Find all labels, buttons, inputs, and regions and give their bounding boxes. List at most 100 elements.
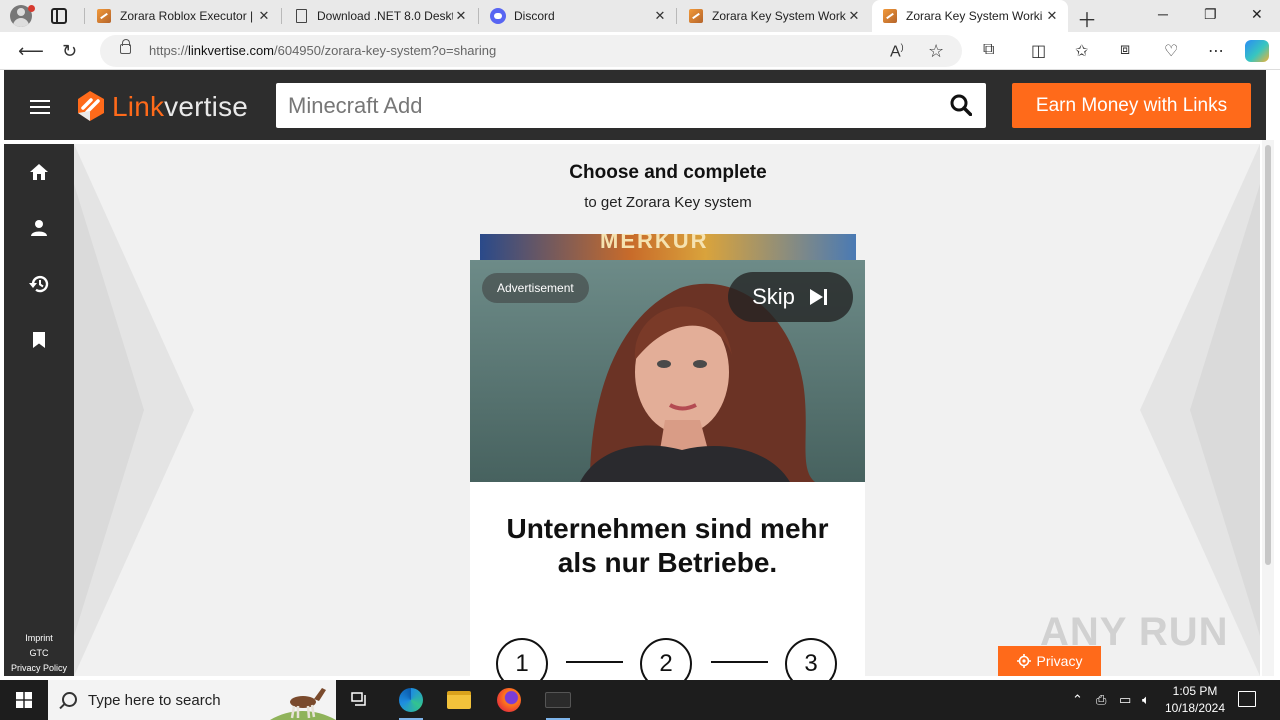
- tab-discord[interactable]: Discord ✕: [480, 0, 676, 32]
- favorite-star-icon[interactable]: ☆: [928, 41, 944, 62]
- home-icon[interactable]: [28, 161, 50, 183]
- history-icon[interactable]: [28, 273, 50, 295]
- bookmark-icon[interactable]: [28, 329, 50, 351]
- taskbar-search-placeholder: Type here to search: [88, 692, 221, 709]
- linkvertise-logo-icon[interactable]: [74, 89, 108, 123]
- new-tab-icon[interactable]: ＋: [1077, 4, 1097, 33]
- minimize-icon[interactable]: ─: [1158, 6, 1168, 22]
- extensions-icon[interactable]: ⧉: [983, 41, 994, 59]
- site-search-input[interactable]: [288, 91, 928, 121]
- earn-money-button[interactable]: Earn Money with Links: [1012, 83, 1251, 128]
- back-icon[interactable]: ⟵: [18, 41, 44, 62]
- clock-date: 10/18/2024: [1164, 701, 1226, 715]
- top-banner-image[interactable]: MERKUR: [480, 234, 856, 262]
- tab-title: Zorara Key System Worki: [712, 9, 846, 23]
- read-aloud-icon[interactable]: A): [890, 42, 904, 61]
- more-menu-icon[interactable]: ⋯: [1208, 41, 1224, 61]
- tab-close-icon[interactable]: ✕: [652, 8, 668, 24]
- lock-icon[interactable]: [120, 39, 131, 54]
- windows-taskbar: Type here to search ⌃ ⎙ ▭ 🔈︎ 1:05 PM 10/…: [0, 680, 1280, 720]
- sidebar-footer-links: Imprint GTC Privacy Policy: [4, 631, 74, 676]
- gear-icon: [1016, 654, 1031, 668]
- url-path: /604950/zorara-key-system?o=sharing: [274, 43, 497, 58]
- tab-title: Download .NET 8.0 Deskt: [317, 9, 453, 23]
- tab-title: Discord: [514, 9, 555, 23]
- copilot-icon[interactable]: [1245, 40, 1269, 62]
- favorites-icon[interactable]: ✩: [1075, 41, 1088, 61]
- search-icon: [62, 692, 77, 707]
- zorara-favicon-icon: [688, 8, 704, 24]
- skip-ad-button[interactable]: Skip: [728, 272, 853, 322]
- gtc-link[interactable]: GTC: [4, 646, 74, 661]
- imprint-link[interactable]: Imprint: [4, 631, 74, 646]
- taskbar-clock[interactable]: 1:05 PM 10/18/2024: [1164, 683, 1226, 717]
- skip-next-icon: [809, 289, 827, 305]
- tab-close-icon[interactable]: ✕: [453, 8, 469, 24]
- step-connector: [711, 661, 768, 663]
- advertisement-badge: Advertisement: [482, 273, 589, 303]
- advertisement-card[interactable]: Advertisement Skip Unternehmen sind mehr…: [470, 260, 865, 680]
- step-3: 3: [785, 638, 837, 680]
- url-text[interactable]: https://linkvertise.com/604950/zorara-ke…: [149, 43, 496, 58]
- usb-device-icon[interactable]: ⎙: [1096, 692, 1106, 708]
- right-chevron-decoration: [1140, 144, 1260, 676]
- user-icon[interactable]: [28, 217, 50, 239]
- logo-vertise-part: vertise: [164, 91, 249, 122]
- privacy-label: Privacy: [1036, 653, 1083, 669]
- url-prefix: https://: [149, 43, 189, 58]
- tab-close-icon[interactable]: ✕: [256, 8, 272, 24]
- search-icon[interactable]: [950, 94, 972, 116]
- logo-link-part: Link: [112, 91, 165, 122]
- tab-actions-icon[interactable]: [51, 8, 67, 24]
- ad-headline-line2: als nur Betriebe.: [557, 547, 778, 578]
- task-view-icon[interactable]: [336, 680, 384, 720]
- ad-headline-line1: Unternehmen sind mehr: [506, 513, 829, 544]
- restore-icon[interactable]: ❐: [1204, 6, 1217, 23]
- notification-center-icon[interactable]: [1238, 691, 1256, 707]
- taskbar-search-box[interactable]: Type here to search: [48, 680, 336, 720]
- site-sidebar: Imprint GTC Privacy Policy: [4, 144, 74, 676]
- tab-title: Zorara Roblox Executor |: [120, 9, 254, 23]
- privacy-policy-link[interactable]: Privacy Policy: [4, 661, 74, 676]
- browser-essentials-icon[interactable]: ♡: [1164, 41, 1178, 61]
- banner-text: MERKUR: [600, 234, 709, 253]
- refresh-icon[interactable]: ↻: [62, 41, 77, 62]
- site-search-box: [276, 83, 986, 128]
- site-header: Linkvertise Earn Money with Links: [4, 70, 1266, 140]
- step-1: 1: [496, 638, 548, 680]
- skip-label: Skip: [752, 284, 795, 309]
- tab-zorara-executor[interactable]: Zorara Roblox Executor | ✕: [86, 0, 280, 32]
- ad-steps: 1 2 3: [496, 638, 841, 680]
- edge-taskbar-icon[interactable]: [387, 680, 435, 720]
- privacy-button[interactable]: Privacy: [998, 646, 1101, 676]
- network-icon[interactable]: ▭: [1119, 692, 1131, 708]
- url-bar[interactable]: https://linkvertise.com/604950/zorara-ke…: [100, 35, 962, 67]
- tab-zorara-key-1[interactable]: Zorara Key System Worki ✕: [678, 0, 870, 32]
- zorara-app-icon[interactable]: [534, 680, 582, 720]
- ad-headline: Unternehmen sind mehr als nur Betriebe.: [470, 512, 865, 580]
- tab-dotnet-download[interactable]: Download .NET 8.0 Deskt ✕: [283, 0, 477, 32]
- tab-separator: [478, 8, 479, 24]
- window-close-icon[interactable]: ✕: [1251, 6, 1263, 23]
- tab-separator: [281, 8, 282, 24]
- collections-icon[interactable]: ⧈: [1120, 41, 1130, 59]
- linkvertise-logo-text[interactable]: Linkvertise: [112, 91, 248, 123]
- left-chevron-decoration: [74, 144, 194, 676]
- tab-zorara-key-active[interactable]: Zorara Key System Worki ✕: [872, 0, 1068, 32]
- profile-notification-dot: [28, 5, 35, 12]
- tab-close-icon[interactable]: ✕: [846, 8, 862, 24]
- page-scrollbar[interactable]: [1262, 140, 1274, 676]
- volume-icon[interactable]: 🔈︎: [1142, 692, 1150, 708]
- discord-favicon-icon: [490, 8, 506, 24]
- file-explorer-icon[interactable]: [435, 680, 483, 720]
- ad-photo[interactable]: Advertisement Skip: [470, 260, 865, 482]
- firefox-icon[interactable]: [485, 680, 533, 720]
- hamburger-menu-icon[interactable]: [30, 100, 50, 114]
- scrollbar-thumb[interactable]: [1265, 145, 1271, 565]
- tab-close-icon[interactable]: ✕: [1044, 8, 1060, 24]
- zorara-favicon-icon: [882, 8, 898, 24]
- tab-separator: [676, 8, 677, 24]
- windows-start-icon[interactable]: [16, 692, 32, 708]
- split-screen-icon[interactable]: ◫: [1031, 41, 1046, 61]
- show-hidden-icons-icon[interactable]: ⌃: [1072, 692, 1083, 708]
